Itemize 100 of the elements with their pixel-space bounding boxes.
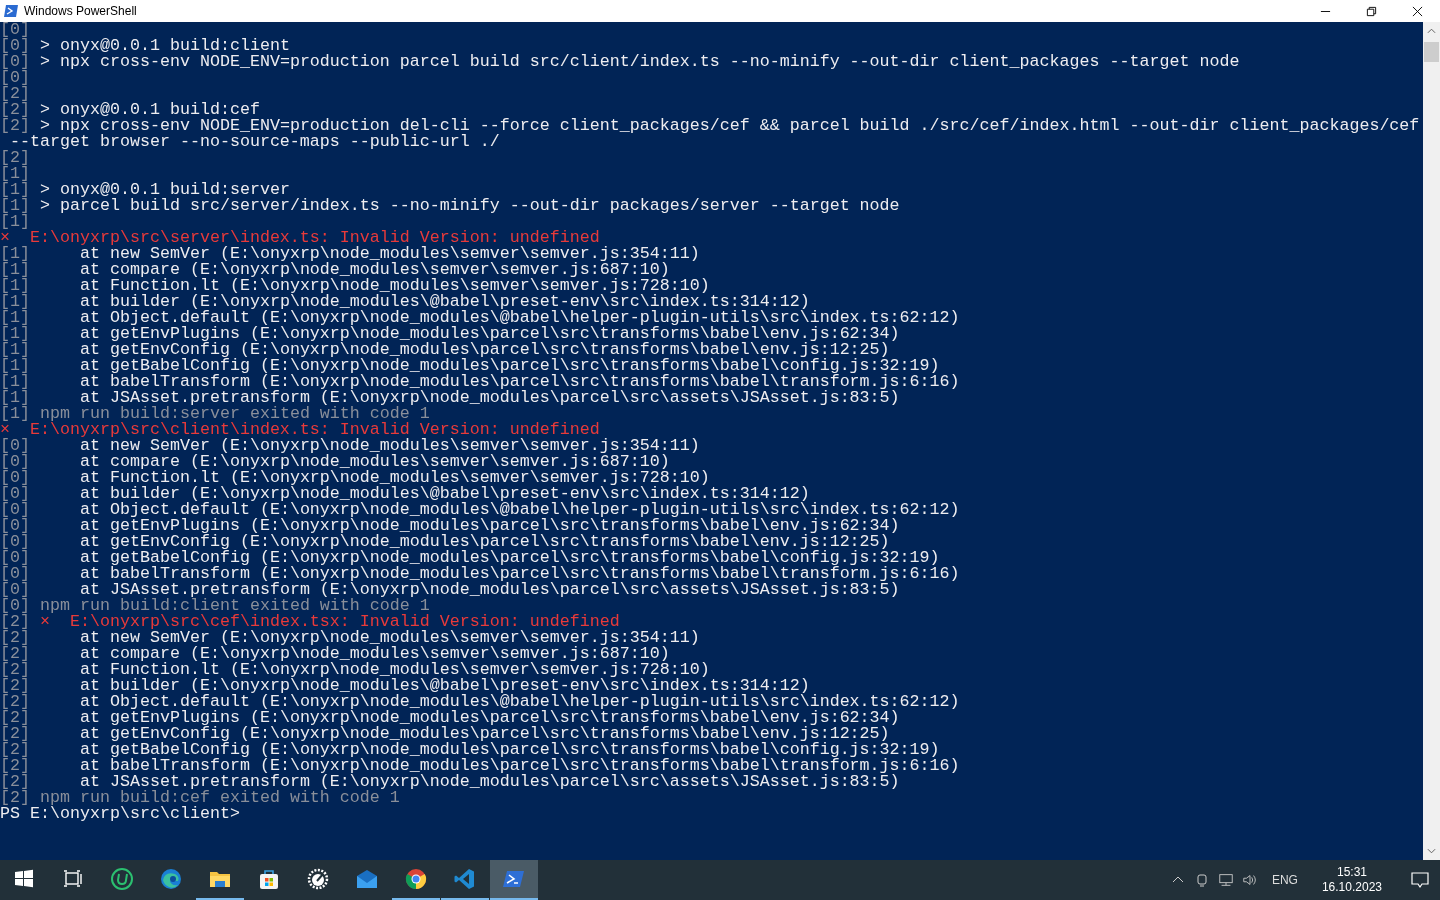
- process-prefix: [2]: [0, 726, 30, 742]
- process-prefix: [1]: [0, 358, 30, 374]
- output-text: at Function.lt (E:\onyxrp\node_modules\semver\semver.js:728:10): [78, 470, 710, 486]
- restore-icon: [1365, 5, 1377, 17]
- swirl-icon: [159, 867, 183, 891]
- output-text: at getEnvPlugins (E:\onyxrp\node_modules\parcel\src\transforms\babel\env.js:62:34): [78, 518, 900, 534]
- output-text: at getEnvPlugins (E:\onyxrp\node_modules\parcel\src\transforms\babel\env.js:62:34): [78, 326, 900, 342]
- process-prefix: [1]: [0, 326, 30, 342]
- error-message: × E:\onyxrp\src\server\index.ts: Invalid Version: undefined: [0, 230, 600, 246]
- clock-date: 16.10.2023: [1321, 880, 1382, 895]
- language-indicator[interactable]: ENG: [1265, 873, 1304, 887]
- window-title: Windows PowerShell: [24, 4, 137, 18]
- process-prefix: [2]: [0, 790, 30, 806]
- output-text: at Object.default (E:\onyxrp\node_modules\@babel\helper-plugin-utils\src\index.ts:62:12): [78, 310, 960, 326]
- process-prefix: [1]: [0, 310, 30, 326]
- process-prefix: [0]: [0, 566, 30, 582]
- error-message: × E:\onyxrp\src\cef\index.tsx: Invalid Version: undefined: [39, 614, 620, 630]
- output-text: at Object.default (E:\onyxrp\node_modules\@babel\helper-plugin-utils\src\index.ts:62:12): [78, 502, 960, 518]
- output-text: npm run build:client exited with code 1: [39, 598, 430, 614]
- process-prefix: [1]: [0, 198, 30, 214]
- process-prefix: [0]: [0, 486, 30, 502]
- output-text: > parcel build src/server/index.ts --no-minify --out-dir packages/server --target node: [39, 198, 900, 214]
- process-prefix: [0]: [0, 502, 30, 518]
- notification-icon[interactable]: [1410, 870, 1430, 890]
- process-prefix: [2]: [0, 150, 30, 166]
- output-text: at compare (E:\onyxrp\node_modules\semver\semver.js:687:10): [78, 262, 670, 278]
- process-prefix: [0]: [0, 534, 30, 550]
- process-prefix: [1]: [0, 262, 30, 278]
- output-text: at new SemVer (E:\onyxrp\node_modules\semver\semver.js:354:11): [79, 438, 700, 454]
- gauge-icon: [306, 867, 330, 891]
- process-prefix: [2]: [0, 86, 30, 102]
- output-text: at babelTransform (E:\onyxrp\node_modules\parcel\src\transforms\babel\transform.js:6:16): [78, 374, 960, 390]
- terminal-icon: [3, 3, 19, 19]
- output-text: at Function.lt (E:\onyxrp\node_modules\semver\semver.js:728:10): [78, 278, 710, 294]
- scroll-thumb[interactable]: [1424, 42, 1439, 62]
- scrollbar[interactable]: [1423, 22, 1440, 860]
- process-prefix: [2]: [0, 646, 30, 662]
- process-prefix: [1]: [0, 214, 30, 230]
- process-prefix: [1]: [0, 342, 30, 358]
- output-text: at builder (E:\onyxrp\node_modules\@babel\preset-env\src\index.ts:314:12): [78, 294, 810, 310]
- output-text: > onyx@0.0.1 build:cef: [39, 102, 260, 118]
- shell-prompt: PS E:\onyxrp\src\client>: [0, 806, 240, 822]
- output-text: at getEnvConfig (E:\onyxrp\node_modules\parcel\src\transforms\babel\env.js:12:25): [78, 534, 890, 550]
- output-text: at builder (E:\onyxrp\node_modules\@babel\preset-env\src\index.ts:314:12): [78, 486, 810, 502]
- output-text: at new SemVer (E:\onyxrp\node_modules\semver\semver.js:354:11): [79, 630, 700, 646]
- output-text: at compare (E:\onyxrp\node_modules\semver\semver.js:687:10): [78, 454, 670, 470]
- output-text: at Function.lt (E:\onyxrp\node_modules\semver\semver.js:728:10): [78, 662, 710, 678]
- process-prefix: [2]: [0, 758, 30, 774]
- process-prefix: [2]: [0, 710, 30, 726]
- ring-icon: [110, 867, 134, 891]
- process-prefix: [0]: [0, 582, 30, 598]
- process-prefix: [1]: [0, 182, 30, 198]
- process-prefix: [1]: [0, 374, 30, 390]
- speaker-icon[interactable]: [1241, 872, 1258, 888]
- clock-time: 15:31: [1336, 865, 1367, 880]
- process-prefix: [2]: [0, 694, 30, 710]
- error-message: × E:\onyxrp\src\client\index.ts: Invalid Version: undefined: [0, 422, 600, 438]
- process-prefix: [2]: [0, 102, 30, 118]
- output-text: at getBabelConfig (E:\onyxrp\node_modules\parcel\src\transforms\babel\config.js:32:19): [78, 358, 940, 374]
- output-text: at new SemVer (E:\onyxrp\node_modules\semver\semver.js:354:11): [79, 246, 700, 262]
- output-text: npm run build:cef exited with code 1: [40, 790, 400, 806]
- browser-icon: [404, 867, 428, 891]
- process-prefix: [0]: [0, 518, 30, 534]
- process-prefix: [1]: [0, 406, 30, 422]
- output-text: at getEnvConfig (E:\onyxrp\node_modules\parcel\src\transforms\babel\env.js:12:25): [78, 726, 890, 742]
- scroll-up-icon[interactable]: [1427, 28, 1436, 34]
- scroll-down-icon[interactable]: [1427, 848, 1436, 854]
- output-text: at JSAsset.pretransform (E:\onyxrp\node_modules\parcel\src\assets\JSAsset.js:83:5): [78, 582, 900, 598]
- process-prefix: [0]: [0, 54, 30, 70]
- process-prefix: [2]: [0, 774, 30, 790]
- output-text: at babelTransform (E:\onyxrp\node_modules\parcel\src\transforms\babel\transform.js:6:16): [78, 758, 960, 774]
- process-prefix: [1]: [0, 294, 30, 310]
- process-prefix: [0]: [0, 598, 30, 614]
- process-prefix: [2]: [0, 118, 30, 134]
- shopping-bag-icon: [257, 867, 281, 891]
- output-text: at JSAsset.pretransform (E:\onyxrp\node_modules\parcel\src\assets\JSAsset.js:83:5): [78, 390, 900, 406]
- output-text: at getEnvPlugins (E:\onyxrp\node_modules\parcel\src\transforms\babel\env.js:62:34): [78, 710, 900, 726]
- envelope-icon: [355, 867, 379, 891]
- process-prefix: [1]: [0, 246, 30, 262]
- process-prefix: [1]: [0, 278, 30, 294]
- output-text: --target browser --no-source-maps --public-url ./: [10, 134, 500, 150]
- process-prefix: [2]: [0, 678, 30, 694]
- output-text: at getBabelConfig (E:\onyxrp\node_modules\parcel\src\transforms\babel\config.js:32:19): [78, 550, 940, 566]
- output-text: at builder (E:\onyxrp\node_modules\@babel\preset-env\src\index.ts:314:12): [78, 678, 810, 694]
- output-text: at getEnvConfig (E:\onyxrp\node_modules\parcel\src\transforms\babel\env.js:12:25): [78, 342, 890, 358]
- close-icon: [1411, 5, 1423, 17]
- output-text: > onyx@0.0.1 build:server: [39, 182, 290, 198]
- process-prefix: [0]: [0, 38, 30, 54]
- output-text: at getBabelConfig (E:\onyxrp\node_modules\parcel\src\transforms\babel\config.js:32:19): [78, 742, 940, 758]
- network-icon[interactable]: [1217, 872, 1234, 888]
- output-text: at compare (E:\onyxrp\node_modules\semver\semver.js:687:10): [78, 646, 670, 662]
- output-text: at JSAsset.pretransform (E:\onyxrp\node_modules\parcel\src\assets\JSAsset.js:83:5): [78, 774, 900, 790]
- process-prefix: [1]: [0, 166, 30, 182]
- output-text: at babelTransform (E:\onyxrp\node_modules\parcel\src\transforms\babel\transform.js:6:16): [78, 566, 960, 582]
- output-text: > npx cross-env NODE_ENV=production del-cli --force client_packages/cef && parcel build ./src/cef/index.html --out-dir client_packages/cef: [39, 118, 1420, 134]
- process-prefix: [0]: [0, 438, 30, 454]
- process-prefix: [0]: [0, 22, 30, 38]
- clock[interactable]: 15:31 16.10.2023: [1311, 865, 1392, 895]
- process-prefix: [2]: [0, 630, 30, 646]
- output-text: at Object.default (E:\onyxrp\node_modules\@babel\helper-plugin-utils\src\index.ts:62:12): [78, 694, 960, 710]
